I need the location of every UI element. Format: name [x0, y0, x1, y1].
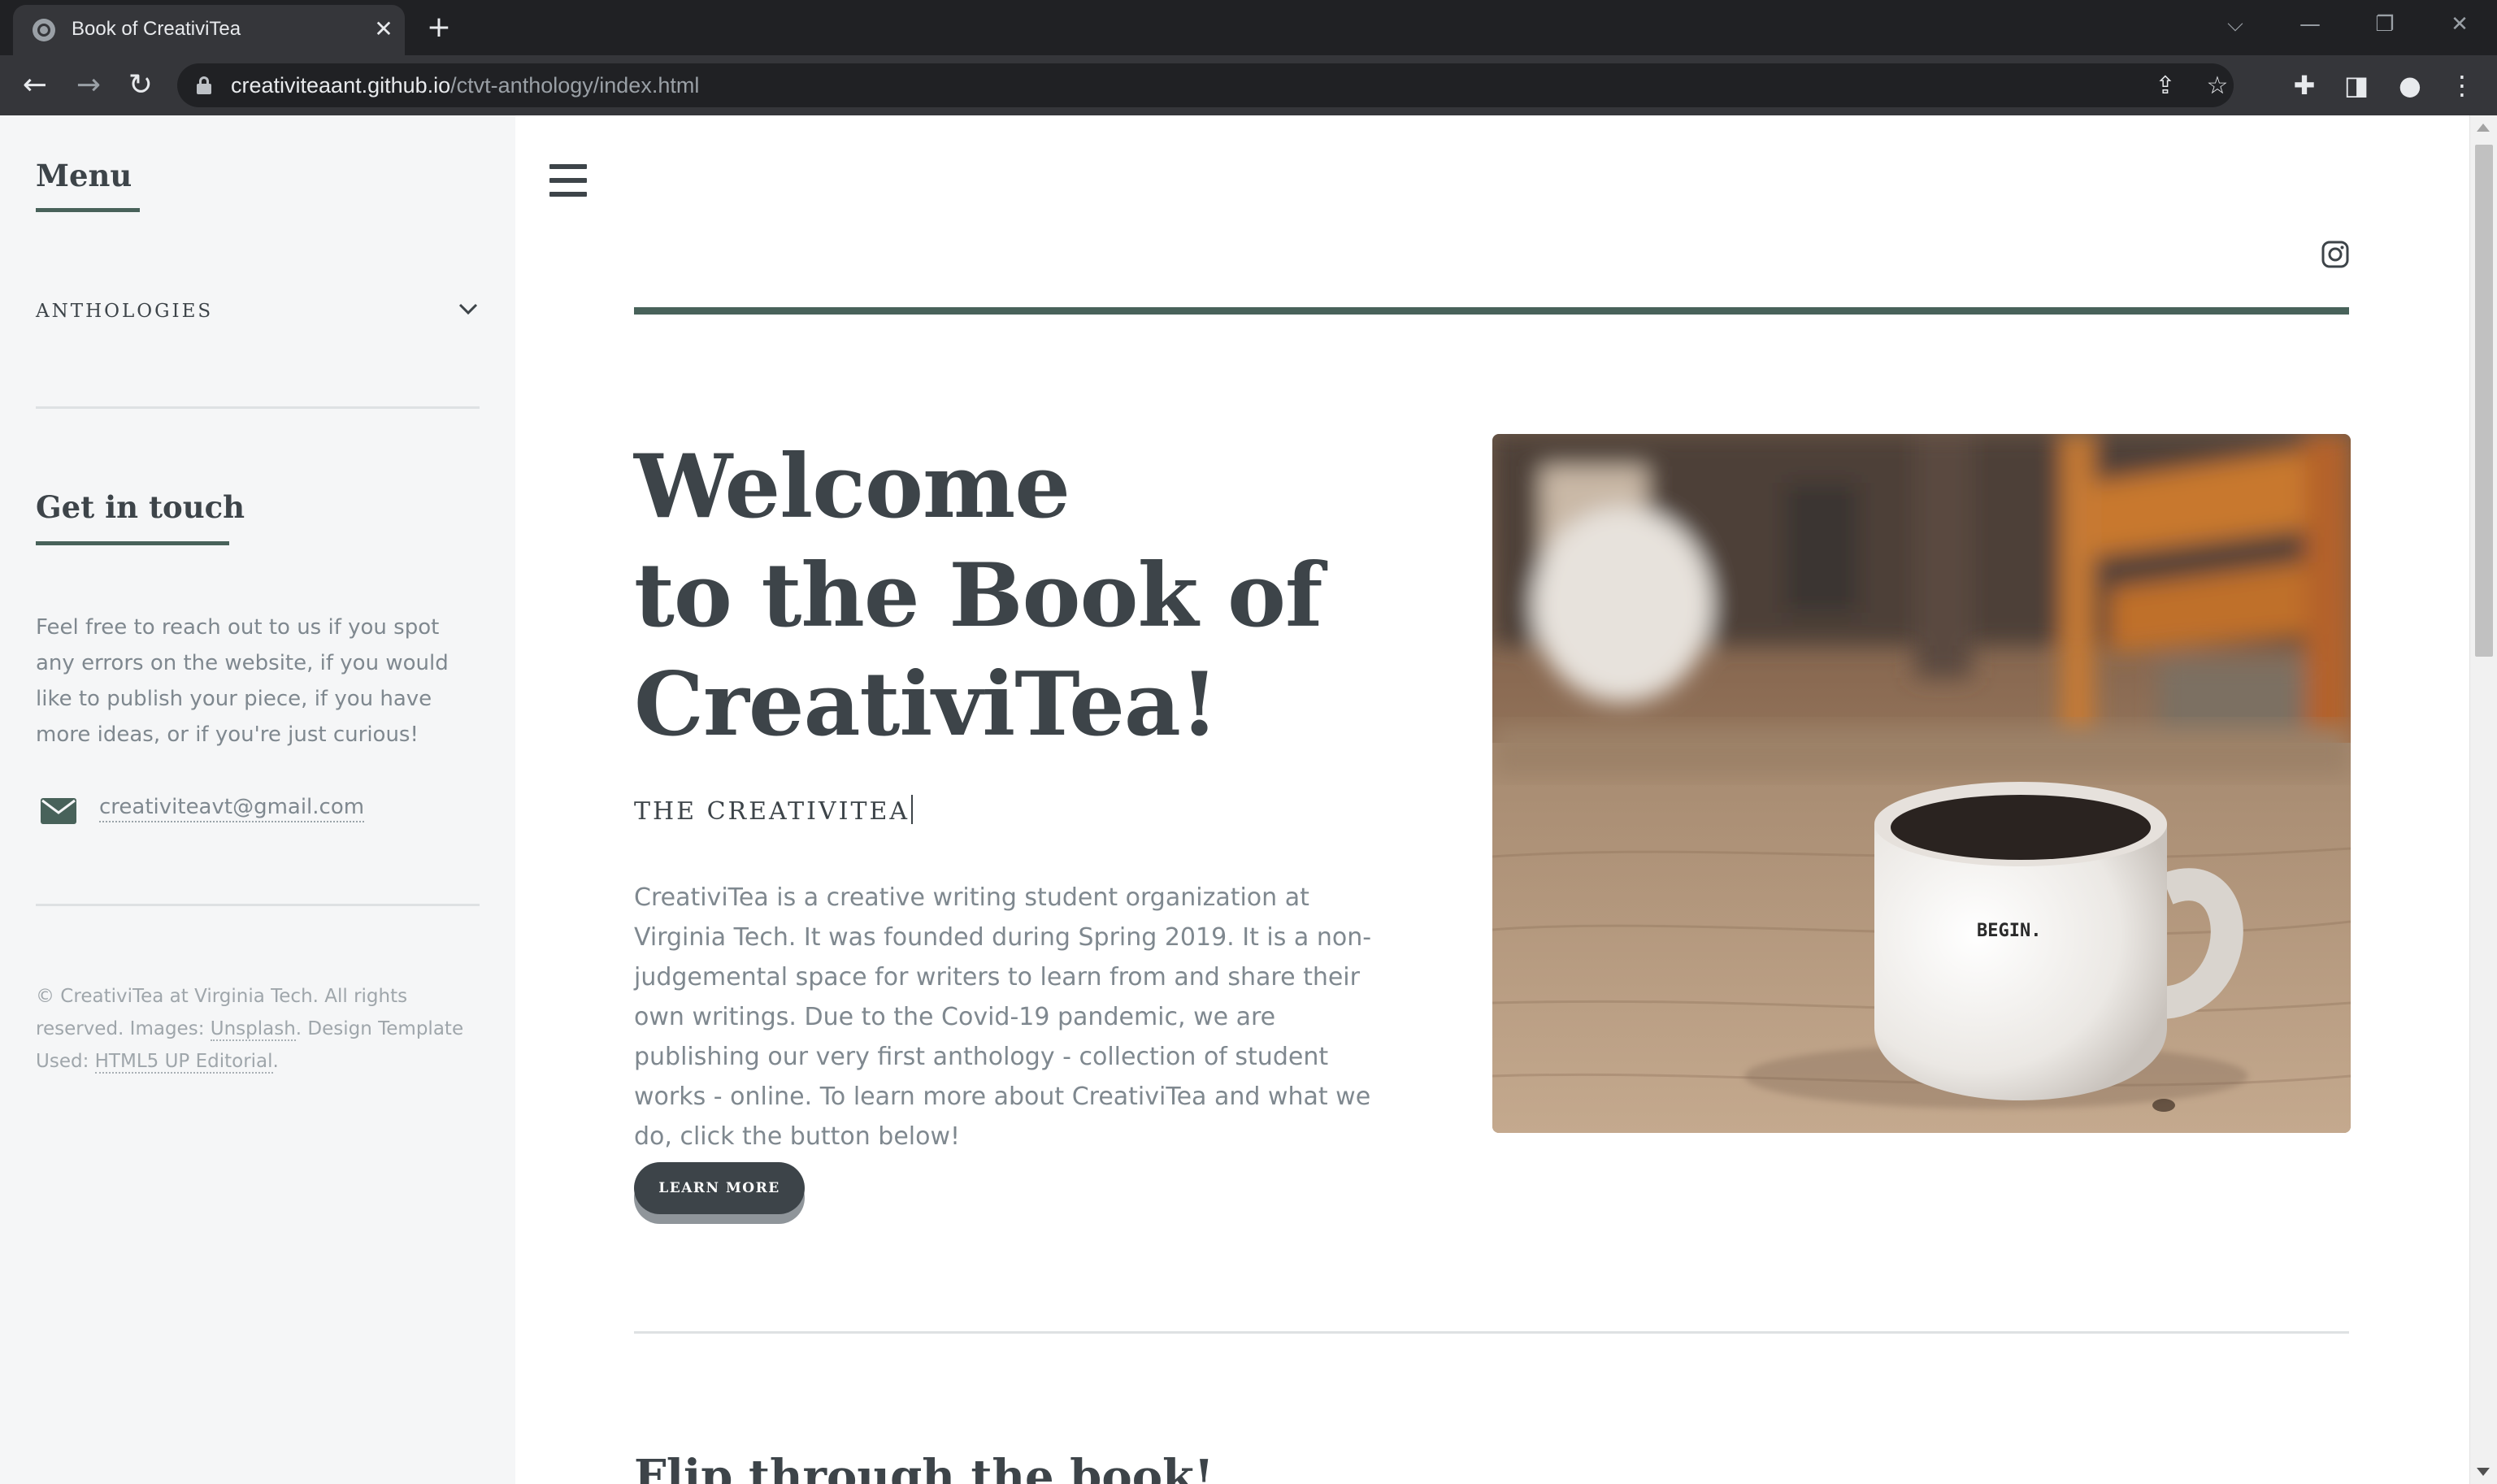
divider: [36, 406, 480, 409]
sidebar-item-anthologies[interactable]: ANTHOLOGIES: [36, 293, 480, 332]
main-content: Welcome to the Book of CreativiTea! THE CR…: [515, 115, 2469, 1484]
contact-heading: Get in touch: [36, 489, 245, 525]
browser-toolbar: ← → ↻ creativiteaant.github.io/ctvt-anth…: [0, 55, 2497, 115]
contact-heading-underline: [36, 541, 229, 545]
hero-title-line: CreativiTea!: [634, 653, 1218, 756]
hero-subtitle-text: THE CREATIVITEA: [634, 797, 910, 826]
learn-more-button[interactable]: LEARN MORE: [634, 1162, 805, 1214]
browser-tab[interactable]: Book of CreativiTea ✕: [13, 5, 405, 55]
html5up-link[interactable]: HTML5 UP Editorial: [94, 1051, 273, 1074]
hero-title: Welcome to the Book of CreativiTea!: [634, 432, 1333, 759]
contact-description: Feel free to reach out to us if you spot…: [36, 615, 449, 747]
side-panel-icon[interactable]: ◨: [2338, 67, 2375, 104]
scrollbar[interactable]: [2469, 115, 2497, 1484]
envelope-icon: [41, 798, 76, 824]
url-text[interactable]: creativiteaant.github.io/ctvt-anthology/…: [231, 73, 699, 98]
sidebar-item-label: ANTHOLOGIES: [36, 301, 214, 322]
minimize-icon[interactable]: —: [2291, 8, 2330, 41]
footer-end: .: [272, 1051, 279, 1072]
url-path: /ctvt-anthology/index.html: [450, 73, 700, 98]
browser-tab-strip: Book of CreativiTea ✕ + ⌵ — ❐ ✕: [0, 0, 2497, 55]
forward-button[interactable]: →: [70, 67, 107, 104]
footer-copyright: © CreativiTea at Virginia Tech. All righ…: [36, 980, 491, 1078]
profile-icon[interactable]: ●: [2391, 67, 2429, 104]
lock-icon[interactable]: [197, 76, 211, 94]
restore-icon[interactable]: ❐: [2365, 8, 2404, 41]
scroll-up-arrow-icon[interactable]: [2477, 124, 2490, 132]
menu-icon[interactable]: ⋮: [2443, 67, 2481, 104]
sidebar: Menu ANTHOLOGIES Get in touch Feel free …: [0, 115, 515, 1484]
header-divider: [634, 307, 2349, 315]
instagram-icon[interactable]: [2321, 241, 2349, 268]
scrollbar-thumb[interactable]: [2475, 145, 2493, 657]
hero-description: CreativiTea is a creative writing studen…: [634, 883, 1372, 1151]
chevron-down-icon[interactable]: [457, 297, 480, 320]
hero-title-line: to the Book of: [634, 545, 1323, 647]
address-bar[interactable]: creativiteaant.github.io/ctvt-anthology/…: [177, 63, 2234, 107]
section-title: Flip through the book!: [634, 1450, 1214, 1484]
star-icon[interactable]: ☆: [2201, 70, 2234, 102]
url-host: creativiteaant.github.io: [231, 73, 451, 98]
extensions-icon[interactable]: ✚: [2286, 67, 2323, 104]
tab-title: Book of CreativiTea: [72, 18, 241, 40]
menu-heading-underline: [36, 208, 140, 212]
new-tab-button[interactable]: +: [423, 11, 455, 44]
back-button[interactable]: ←: [16, 67, 54, 104]
share-icon[interactable]: ⇪: [2149, 70, 2182, 102]
unsplash-link[interactable]: Unsplash: [210, 1018, 296, 1041]
hamburger-menu-icon[interactable]: [549, 164, 587, 197]
menu-heading: Menu: [36, 158, 132, 193]
page-viewport: Menu ANTHOLOGIES Get in touch Feel free …: [0, 115, 2497, 1484]
hero-subtitle: THE CREATIVITEA: [634, 795, 914, 826]
close-window-icon[interactable]: ✕: [2440, 8, 2479, 41]
divider: [36, 904, 480, 906]
mug-text: BEGIN.: [1977, 921, 2041, 941]
text-cursor: [911, 795, 914, 824]
email-link[interactable]: creativiteavt@gmail.com: [99, 795, 365, 822]
coffee-mug-photo: BEGIN.: [1492, 434, 2351, 1133]
scroll-down-arrow-icon[interactable]: [2477, 1468, 2490, 1476]
section-divider: [634, 1331, 2349, 1334]
reload-button[interactable]: ↻: [122, 67, 159, 104]
tab-search-icon[interactable]: ⌵: [2216, 8, 2255, 41]
close-tab-icon[interactable]: ✕: [369, 15, 398, 44]
hero-title-line: Welcome: [634, 436, 1070, 538]
globe-icon: [33, 19, 55, 41]
